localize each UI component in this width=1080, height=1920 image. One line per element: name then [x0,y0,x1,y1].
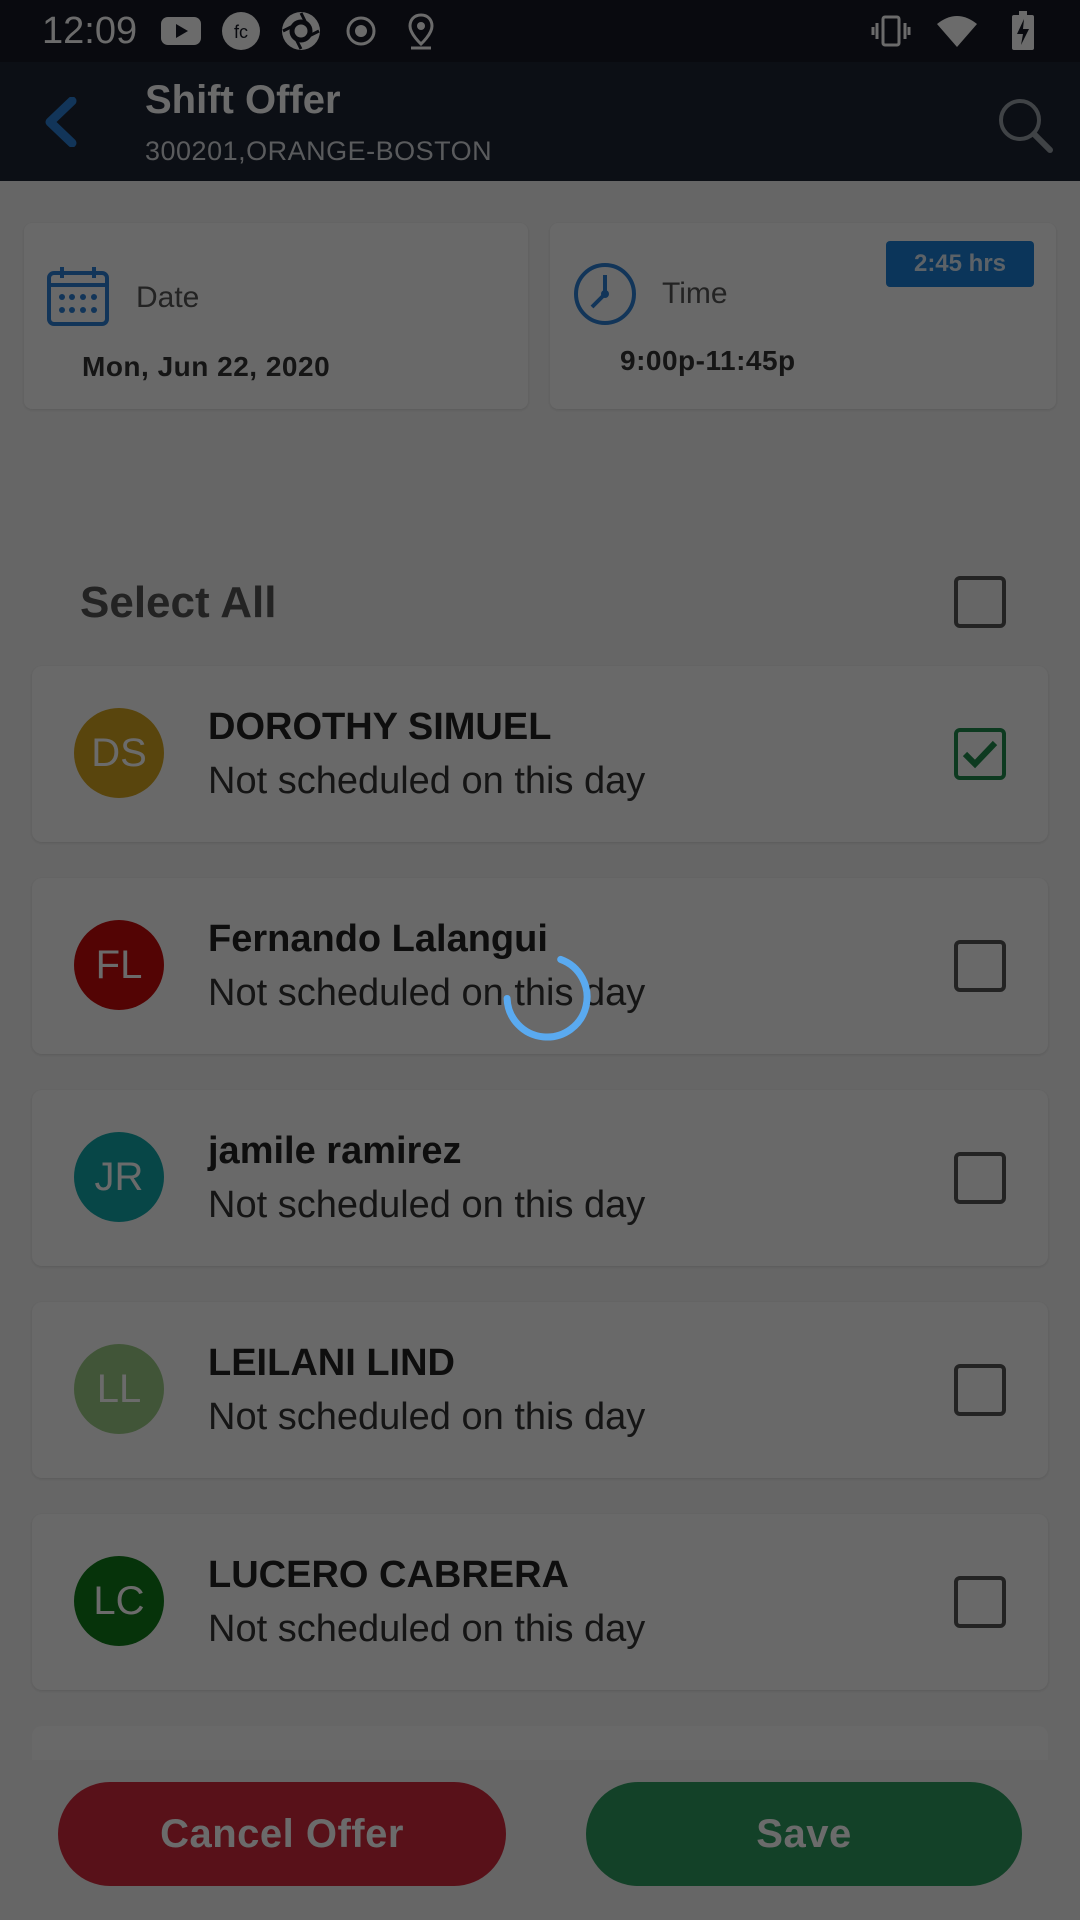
back-arrow-icon [45,97,77,147]
list-item[interactable]: LL LEILANI LIND Not scheduled on this day [32,1302,1048,1478]
avatar: LC [74,1556,164,1646]
employee-checkbox[interactable] [954,728,1006,780]
calendar-icon [46,265,110,327]
status-bar: 12:09 fc [0,0,1080,62]
battery-charging-icon [1002,10,1044,52]
save-button[interactable]: Save [586,1782,1022,1886]
duration-badge: 2:45 hrs [886,241,1034,287]
select-all-label: Select All [80,578,277,627]
date-label: Date [136,281,200,314]
back-button[interactable] [30,92,90,152]
location-pin-icon [400,10,442,52]
cancel-offer-button[interactable]: Cancel Offer [58,1782,506,1886]
youtube-icon [160,10,202,52]
list-item[interactable]: LC LUCERO CABRERA Not scheduled on this da… [32,1514,1048,1690]
employee-checkbox[interactable] [954,940,1006,992]
clock-icon [572,261,638,327]
avatar: LL [74,1344,164,1434]
loading-spinner-icon [503,955,591,1041]
employee-status: Not scheduled on this day [208,1608,646,1650]
time-card: Time 9:00p-11:45p 2:45 hrs [550,223,1056,409]
checkmark-icon [962,740,998,769]
employee-checkbox[interactable] [954,1364,1006,1416]
vibrate-icon [870,10,912,52]
employee-status: Not scheduled on this day [208,760,646,802]
date-value: Mon, Jun 22, 2020 [82,351,331,382]
app-bar: Shift Offer 300201,ORANGE-BOSTON [0,62,1080,181]
fc-app-icon: fc [220,10,262,52]
employee-status: Not scheduled on this day [208,1184,646,1226]
list-item[interactable]: DS DOROTHY SIMUEL Not scheduled on this da… [32,666,1048,842]
avatar: FL [74,920,164,1010]
wifi-icon [936,10,978,52]
employee-checkbox[interactable] [954,1576,1006,1628]
avatar: DS [74,708,164,798]
notification-icons: fc [160,10,442,52]
date-card: Date Mon, Jun 22, 2020 [24,223,528,409]
page-subtitle: 300201,ORANGE-BOSTON [145,136,493,166]
employee-name: LUCERO CABRERA [208,1554,569,1596]
employee-checkbox[interactable] [954,1152,1006,1204]
record-icon [340,10,382,52]
list-item[interactable]: JR jamile ramirez Not scheduled on this da… [32,1090,1048,1266]
time-value: 9:00p-11:45p [620,345,796,376]
shutter-app-icon [280,10,322,52]
employee-name: LEILANI LIND [208,1342,455,1384]
employee-name: DOROTHY SIMUEL [208,706,552,748]
employee-status: Not scheduled on this day [208,1396,646,1438]
search-icon [999,99,1053,153]
search-button[interactable] [992,92,1058,158]
page-title: Shift Offer [145,78,341,122]
time-label: Time [662,277,728,310]
employee-name: jamile ramirez [208,1130,462,1172]
select-all-checkbox[interactable] [954,576,1006,628]
system-icons [870,10,1044,52]
employee-name: Fernando Lalangui [208,918,548,960]
svg-text:fc: fc [234,22,248,42]
status-time: 12:09 [42,10,138,52]
avatar: JR [74,1132,164,1222]
